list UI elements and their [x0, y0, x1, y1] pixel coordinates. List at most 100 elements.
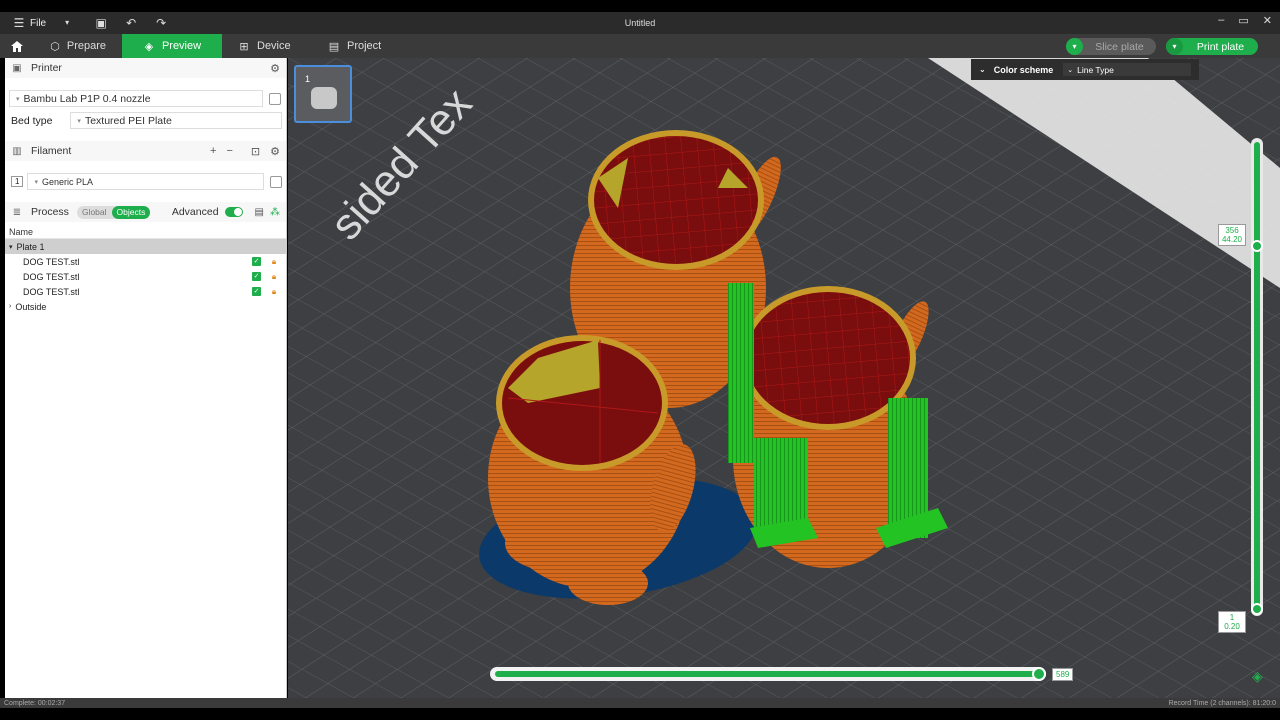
chevron-down-icon[interactable]: ⌄ [979, 65, 986, 74]
chevron-right-icon[interactable]: › [9, 303, 11, 310]
gear-icon[interactable]: ⚙ [270, 145, 280, 158]
slice-plate-button[interactable]: ▾ Slice plate [1066, 38, 1156, 55]
list-item[interactable]: DOG TEST.stl ✓ 🔒︎ [5, 254, 286, 269]
layer-bottom-height: 0.20 [1224, 622, 1240, 631]
list-item[interactable]: DOG TEST.stl ✓ 🔒︎ [5, 269, 286, 284]
move-value-label: 589 [1052, 668, 1074, 681]
dog-model-3[interactable] [728, 283, 948, 568]
print-plate-button[interactable]: ▾ Print plate [1166, 38, 1258, 55]
home-button[interactable] [0, 34, 34, 58]
layer-slider-fill [1254, 142, 1260, 612]
move-slider-handle[interactable] [1032, 667, 1046, 681]
checkbox[interactable]: ✓ [252, 257, 261, 266]
hamburger-icon[interactable]: ☰ [12, 16, 26, 30]
color-scheme-panel: ⌄ Color scheme ⌄ Line Type [971, 59, 1199, 80]
filament-section-header: ▥ Filament + − ⊡ ⚙ [5, 141, 286, 161]
process-scope-toggle[interactable]: Global Objects [76, 205, 151, 219]
layer-slider-top-handle[interactable] [1251, 240, 1263, 252]
advanced-toggle[interactable] [224, 207, 243, 217]
chevron-down-icon: ▾ [16, 95, 20, 103]
undo-icon[interactable]: ↶ [124, 16, 138, 30]
color-scheme-label: Color scheme [993, 64, 1054, 75]
bed-type-select[interactable]: ▾ Textured PEI Plate [70, 112, 282, 129]
lock-icon[interactable]: 🔒︎ [270, 287, 278, 297]
chevron-down-icon[interactable]: ▾ [1166, 38, 1183, 55]
tab-project[interactable]: ▤ Project [312, 34, 397, 58]
filament-value: Generic PLA [41, 176, 93, 187]
lock-icon[interactable]: 🔒︎ [270, 272, 278, 282]
plate-preview-image [311, 87, 337, 109]
chevron-down-icon[interactable]: ▾ [9, 243, 13, 251]
plugin-icon[interactable]: ⁂ [270, 207, 280, 218]
tab-preview-label: Preview [161, 40, 202, 52]
status-left: Complete: 00:02:37 [4, 699, 66, 707]
chevron-down-icon[interactable]: ▾ [1066, 38, 1083, 55]
build-plate-scene[interactable]: sided Tex [288, 58, 1280, 698]
status-bar: Complete: 00:02:37 Record Time (2 channe… [0, 698, 1280, 708]
global-option[interactable]: Global [77, 206, 112, 219]
objects-option[interactable]: Objects [111, 205, 151, 219]
print-plate-label: Print plate [1196, 40, 1245, 53]
tab-device[interactable]: ⊞ Device [222, 34, 312, 58]
printer-icon: ▣ [12, 62, 22, 74]
color-scheme-select[interactable]: ⌄ Line Type [1063, 63, 1191, 76]
chevron-down-icon: ⌄ [1067, 66, 1074, 74]
minimize-icon[interactable]: – [1218, 14, 1224, 27]
object-name: DOG TEST.stl [23, 271, 80, 282]
color-scheme-value: Line Type [1077, 64, 1114, 75]
filament-heading: Filament [31, 145, 72, 157]
sidebar: ▣ Printer ⚙ ▾ Bambu Lab P1P 0.4 nozzle B… [5, 58, 287, 698]
close-icon[interactable]: ✕ [1263, 14, 1272, 27]
tab-prepare-label: Prepare [66, 40, 106, 52]
plate-label: Plate 1 [16, 241, 45, 252]
list-item[interactable]: DOG TEST.stl ✓ 🔒︎ [5, 284, 286, 299]
object-list-header: Name [5, 225, 286, 239]
name-column-header[interactable]: Name [9, 227, 33, 237]
outside-row[interactable]: › Outside [5, 299, 286, 314]
filament-icon: ▥ [12, 145, 22, 157]
project-icon: ▤ [328, 40, 340, 53]
process-heading: Process [31, 206, 69, 218]
outside-label: Outside [15, 301, 47, 312]
maximize-icon[interactable]: ▭ [1238, 14, 1248, 27]
filament-select[interactable]: ▾ Generic PLA [27, 173, 265, 190]
chevron-down-icon: ▾ [77, 117, 81, 125]
layer-top-label: 356 44.20 [1218, 224, 1246, 246]
plate-thumbnail[interactable]: 1 [294, 65, 352, 123]
printer-select[interactable]: ▾ Bambu Lab P1P 0.4 nozzle [9, 90, 263, 107]
remove-icon[interactable]: − [226, 145, 232, 158]
filament-slot[interactable]: 1 [11, 176, 24, 187]
save-icon[interactable]: ▣ [94, 16, 108, 30]
move-slider-fill [495, 671, 1035, 677]
lock-icon[interactable]: 🔒︎ [270, 257, 278, 267]
gear-icon[interactable]: ⚙ [270, 62, 280, 75]
nav-bar: ⬡ Prepare ◈ Preview ⊞ Device ▤ Project ▾… [0, 34, 1280, 58]
object-name: DOG TEST.stl [23, 286, 80, 297]
sync-icon[interactable]: ⊡ [251, 145, 260, 158]
edit-icon[interactable] [269, 92, 281, 105]
3d-viewport[interactable]: sided Tex 1 ⌄ Color scheme ⌄ Line Type 3… [288, 58, 1280, 698]
layer-bottom-index: 1 [1229, 613, 1235, 622]
redo-icon[interactable]: ↷ [154, 16, 168, 30]
compare-icon[interactable]: ▤ [255, 207, 264, 218]
checkbox[interactable]: ✓ [252, 287, 261, 296]
add-icon[interactable]: + [210, 145, 216, 158]
process-icon: ≣ [12, 206, 22, 218]
tab-prepare[interactable]: ⬡ Prepare [34, 34, 122, 58]
layer-top-height: 44.20 [1221, 235, 1243, 244]
edit-icon[interactable] [270, 175, 282, 188]
tab-preview[interactable]: ◈ Preview [122, 34, 222, 58]
checkbox[interactable]: ✓ [252, 272, 261, 281]
slice-plate-label: Slice plate [1095, 40, 1144, 53]
status-right: Record Time (2 channels): 81:20:0 [1168, 699, 1276, 707]
plate-number: 1 [305, 74, 311, 84]
file-menu-label[interactable]: File [30, 18, 46, 29]
plate-row[interactable]: ▾ Plate 1 [5, 239, 286, 254]
chevron-down-icon[interactable]: ▾ [60, 16, 74, 30]
process-section-header: ≣ Process Global Objects Advanced ▤ ⁂ [5, 202, 286, 222]
cube-icon: ⬡ [50, 40, 60, 53]
layer-top-index: 356 [1225, 226, 1239, 235]
layers-icon[interactable]: ◈ [1252, 668, 1270, 686]
layer-slider-bottom-handle[interactable] [1251, 603, 1263, 615]
file-menu[interactable]: ☰ File ▾ ▣ ↶ ↷ [0, 16, 168, 30]
